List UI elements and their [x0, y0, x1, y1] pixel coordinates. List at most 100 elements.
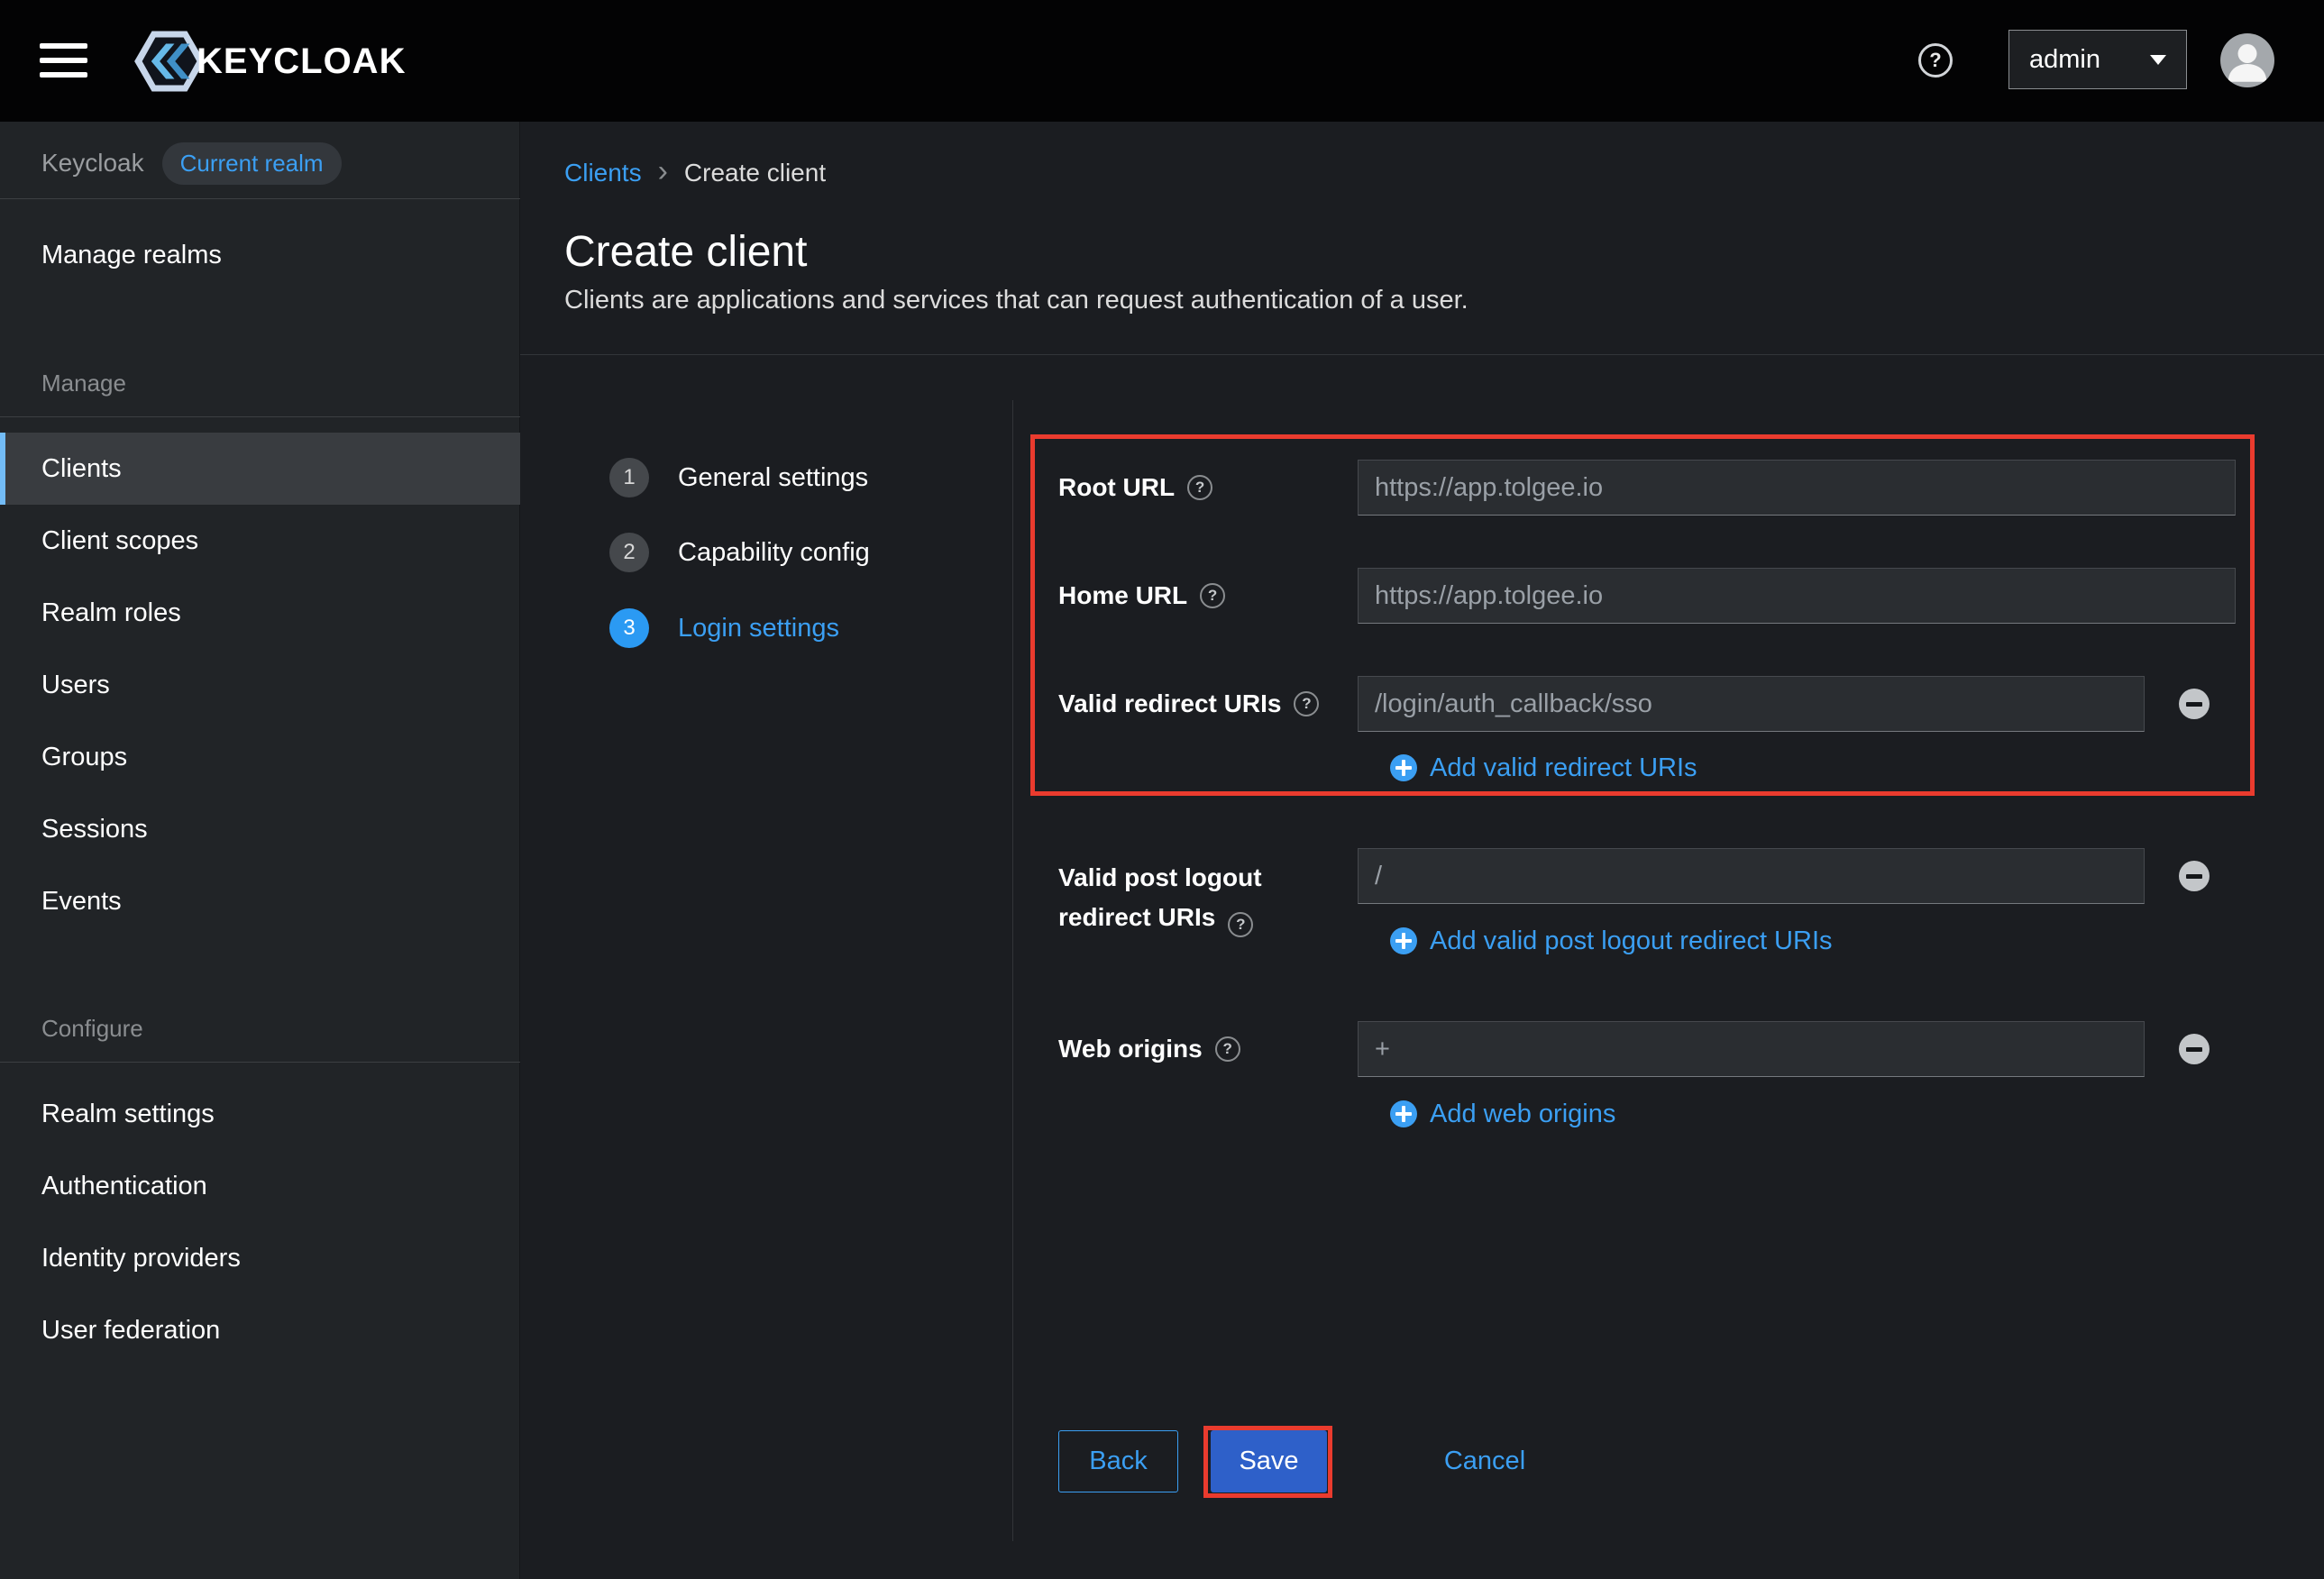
add-link-label: Add valid post logout redirect URIs	[1430, 926, 1833, 956]
sidebar-item-events[interactable]: Events	[0, 865, 520, 937]
valid-redirect-uris-label: Valid redirect URIs ?	[1058, 676, 1347, 732]
sidebar-item-label: Authentication	[41, 1172, 207, 1200]
breadcrumb: Clients › Create client	[564, 154, 826, 192]
help-icon[interactable]: ?	[1200, 583, 1225, 608]
valid-post-logout-redirect-uris-label: Valid post logout redirect URIs?	[1058, 858, 1347, 937]
brand-name: KEYCLOAK	[197, 41, 406, 82]
add-web-origins-button[interactable]: Add web origins	[1390, 1092, 1615, 1136]
sidebar-item-label: Events	[41, 887, 122, 916]
help-icon[interactable]: ?	[1215, 1036, 1240, 1062]
remove-web-origin-button[interactable]	[2179, 1034, 2210, 1064]
avatar[interactable]	[2220, 33, 2274, 87]
sidebar-item-label: Realm roles	[41, 598, 181, 627]
back-button[interactable]: Back	[1058, 1430, 1178, 1492]
add-valid-redirect-uris-button[interactable]: Add valid redirect URIs	[1390, 746, 1697, 790]
add-link-label: Add valid redirect URIs	[1430, 753, 1697, 783]
sidebar-item-label: User federation	[41, 1316, 220, 1345]
sidebar-item-realm-settings[interactable]: Realm settings	[0, 1078, 520, 1150]
app-name: Keycloak	[41, 149, 144, 178]
page-subtitle: Clients are applications and services th…	[564, 286, 1469, 315]
valid-post-logout-redirect-uri-input[interactable]	[1358, 848, 2145, 904]
field-label-text: Valid redirect URIs	[1058, 689, 1281, 718]
sidebar-item-identity-providers[interactable]: Identity providers	[0, 1222, 520, 1294]
help-icon[interactable]: ?	[1918, 43, 1953, 78]
divider	[520, 354, 2324, 355]
web-origins-input[interactable]	[1358, 1021, 2145, 1077]
sidebar-item-user-federation[interactable]: User federation	[0, 1294, 520, 1366]
divider	[0, 1062, 520, 1063]
help-glyph: ?	[1195, 479, 1204, 497]
realm-row: Keycloak Current realm	[41, 138, 342, 188]
valid-redirect-uri-input[interactable]	[1358, 676, 2145, 732]
divider	[1012, 400, 1013, 1541]
field-label-text: Home URL	[1058, 581, 1187, 610]
field-label-text: Web origins	[1058, 1035, 1203, 1063]
user-icon	[2220, 33, 2274, 87]
add-link-label: Add web origins	[1430, 1100, 1615, 1129]
help-icon[interactable]: ?	[1228, 912, 1253, 937]
root-url-input[interactable]	[1358, 460, 2236, 516]
home-url-label: Home URL ?	[1058, 568, 1347, 624]
sidebar-item-sessions[interactable]: Sessions	[0, 793, 520, 865]
root-url-label: Root URL ?	[1058, 460, 1347, 516]
section-label-configure: Configure	[41, 1012, 143, 1045]
web-origins-label: Web origins ?	[1058, 1021, 1347, 1077]
help-glyph: ?	[1929, 49, 1941, 72]
sidebar: Keycloak Current realm Manage realms Man…	[0, 122, 520, 1579]
step-number: 1	[609, 458, 649, 497]
sidebar-item-label: Identity providers	[41, 1244, 241, 1273]
field-label-text: Root URL	[1058, 473, 1175, 502]
plus-icon	[1390, 754, 1417, 781]
section-label-manage: Manage	[41, 367, 126, 399]
home-url-input[interactable]	[1358, 568, 2236, 624]
breadcrumb-current: Create client	[684, 159, 826, 187]
help-icon[interactable]: ?	[1294, 691, 1319, 716]
keycloak-logo: KEYCLOAK	[132, 30, 406, 93]
help-glyph: ?	[1302, 695, 1311, 713]
step-label: Capability config	[678, 538, 870, 568]
sidebar-item-manage-realms[interactable]: Manage realms	[0, 219, 520, 291]
sidebar-item-users[interactable]: Users	[0, 649, 520, 721]
main-content: Clients › Create client Create client Cl…	[520, 122, 2324, 1579]
sidebar-item-authentication[interactable]: Authentication	[0, 1150, 520, 1222]
sidebar-item-groups[interactable]: Groups	[0, 721, 520, 793]
sidebar-item-clients[interactable]: Clients	[0, 433, 520, 505]
help-glyph: ?	[1236, 905, 1245, 945]
plus-icon	[1390, 927, 1417, 954]
divider	[0, 198, 520, 199]
sidebar-item-client-scopes[interactable]: Client scopes	[0, 505, 520, 577]
masthead: KEYCLOAK ? admin	[0, 0, 2324, 122]
step-number: 3	[609, 608, 649, 648]
step-label: General settings	[678, 463, 868, 493]
step-number: 2	[609, 533, 649, 572]
wizard-step-login-settings[interactable]: 3 Login settings	[609, 608, 839, 648]
cancel-button[interactable]: Cancel	[1431, 1430, 1539, 1492]
chevron-right-icon: ›	[658, 156, 668, 190]
sidebar-item-label: Realm settings	[41, 1100, 215, 1128]
breadcrumb-clients-link[interactable]: Clients	[564, 159, 642, 187]
current-realm-badge[interactable]: Current realm	[162, 142, 342, 185]
help-glyph: ?	[1208, 587, 1217, 605]
save-button[interactable]: Save	[1211, 1430, 1327, 1492]
plus-icon	[1390, 1100, 1417, 1127]
menu-toggle-icon[interactable]	[40, 43, 87, 78]
sidebar-item-label: Users	[41, 671, 110, 699]
user-menu-label: admin	[2029, 45, 2100, 75]
sidebar-item-label: Client scopes	[41, 526, 198, 555]
add-valid-post-logout-redirect-uris-button[interactable]: Add valid post logout redirect URIs	[1390, 919, 1833, 963]
wizard-step-capability-config[interactable]: 2 Capability config	[609, 533, 870, 572]
sidebar-item-label: Manage realms	[41, 241, 222, 269]
sidebar-item-label: Clients	[41, 454, 122, 483]
remove-post-logout-redirect-uri-button[interactable]	[2179, 861, 2210, 891]
step-label: Login settings	[678, 614, 839, 643]
page-title: Create client	[564, 226, 807, 278]
divider	[0, 416, 520, 417]
help-glyph: ?	[1223, 1040, 1232, 1058]
help-icon[interactable]: ?	[1187, 475, 1212, 500]
user-menu-dropdown[interactable]: admin	[2008, 30, 2187, 89]
sidebar-item-realm-roles[interactable]: Realm roles	[0, 577, 520, 649]
remove-redirect-uri-button[interactable]	[2179, 689, 2210, 719]
sidebar-item-label: Groups	[41, 743, 127, 771]
chevron-down-icon	[2150, 55, 2166, 65]
wizard-step-general-settings[interactable]: 1 General settings	[609, 458, 868, 497]
